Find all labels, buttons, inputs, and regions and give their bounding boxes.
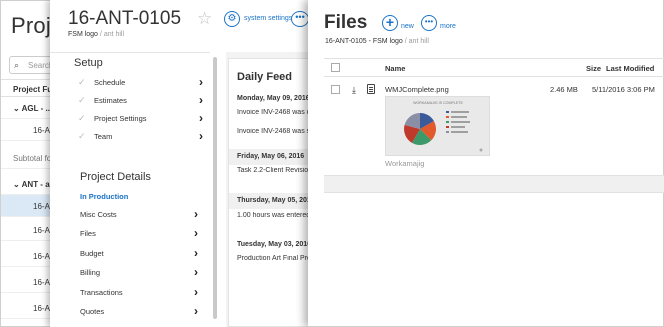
- chevron-right-icon: ›: [199, 75, 203, 89]
- feed-entry[interactable]: 1.00 hours was entered: [237, 212, 309, 219]
- plus-icon[interactable]: +: [382, 15, 398, 31]
- project-number-title: 16-ANT-0105: [68, 8, 182, 29]
- feed-entry[interactable]: Invoice INV-2468 was created: [237, 109, 309, 116]
- check-icon: ✓: [78, 113, 86, 123]
- check-icon: ✓: [78, 131, 86, 141]
- file-row-checkbox[interactable]: [331, 85, 340, 94]
- details-item-misc-costs[interactable]: Misc Costs ›: [80, 207, 198, 223]
- chevron-right-icon: ›: [199, 129, 203, 143]
- setup-heading: Setup: [74, 57, 103, 69]
- chevron-right-icon: ›: [194, 304, 198, 318]
- files-panel: Files + new ••• more 16-ANT-0105 - FSM l…: [308, 0, 664, 327]
- file-size: 2.46 MB: [550, 85, 578, 94]
- document-icon[interactable]: [367, 84, 375, 94]
- search-icon: ⌕: [14, 60, 20, 70]
- file-caption: Workamajig: [385, 159, 425, 168]
- download-icon[interactable]: ⤓: [352, 85, 356, 96]
- check-icon: ✓: [78, 77, 86, 87]
- star-icon[interactable]: ☆: [197, 9, 212, 29]
- project-breadcrumb: FSM logo / ant hill: [68, 31, 125, 38]
- setup-item-project-settings[interactable]: ✓ Project Settings ›: [78, 111, 203, 127]
- chevron-right-icon: ›: [194, 265, 198, 279]
- setup-item-estimates[interactable]: ✓ Estimates ›: [78, 93, 203, 109]
- daily-feed-title: Daily Feed: [237, 71, 293, 83]
- more-icon[interactable]: •••: [421, 15, 437, 31]
- system-settings-link[interactable]: system settings: [244, 15, 292, 22]
- svg-text:WORKAMAJIG IS COMPLETE: WORKAMAJIG IS COMPLETE: [413, 101, 463, 105]
- details-item-quotes[interactable]: Quotes ›: [80, 304, 198, 320]
- project-sidebar: Setup ✓ Schedule › ✓ Estimates › ✓ Proje…: [50, 52, 217, 327]
- feed-day-header: Friday, May 06, 2016: [229, 149, 309, 165]
- breadcrumb-client[interactable]: FSM logo: [68, 31, 98, 38]
- chevron-right-icon: ›: [194, 207, 198, 221]
- breadcrumb-campaign[interactable]: ant hill: [104, 31, 124, 38]
- file-name[interactable]: WMJComplete.png: [385, 85, 449, 94]
- files-title: Files: [324, 12, 368, 33]
- daily-feed-panel: Daily Feed Monday, May 09, 2016 Invoice …: [226, 52, 310, 327]
- more-icon[interactable]: •••: [291, 11, 309, 27]
- details-item-transactions[interactable]: Transactions ›: [80, 285, 198, 301]
- details-item-budget[interactable]: Budget ›: [80, 246, 198, 262]
- file-thumbnail[interactable]: WORKAMAJIG IS COMPLETE: [385, 96, 490, 156]
- chevron-right-icon: ›: [199, 111, 203, 125]
- feed-entry[interactable]: Task 2.2-Client Revisions: [237, 167, 309, 174]
- chevron-right-icon: ›: [194, 246, 198, 260]
- feed-day-header: Monday, May 09, 2016: [237, 95, 309, 102]
- details-item-billing[interactable]: Billing ›: [80, 265, 198, 281]
- files-breadcrumb: 16-ANT-0105 - FSM logo / ant hill: [325, 38, 429, 45]
- files-table-header: Name Size Last Modified: [324, 59, 664, 77]
- check-icon: ✓: [78, 95, 86, 105]
- chevron-down-icon: ⌄: [13, 104, 22, 113]
- daily-feed-card: Daily Feed Monday, May 09, 2016 Invoice …: [228, 58, 310, 327]
- column-last-modified[interactable]: Last Modified: [606, 64, 654, 73]
- thumbnail-image: WORKAMAJIG IS COMPLETE: [386, 97, 489, 155]
- files-table: Name Size Last Modified ⤓ WMJComplete.pn…: [324, 58, 664, 193]
- more-link[interactable]: more: [440, 23, 456, 30]
- gear-icon[interactable]: ⚙: [224, 11, 240, 27]
- files-table-footer: [324, 175, 664, 193]
- chevron-right-icon: ›: [194, 285, 198, 299]
- select-all-checkbox[interactable]: [331, 63, 340, 72]
- feed-day-header: Tuesday, May 03, 2016: [237, 241, 309, 248]
- setup-item-team[interactable]: ✓ Team ›: [78, 129, 203, 145]
- feed-entry[interactable]: Invoice INV-2468 was sent: [237, 128, 309, 135]
- chevron-right-icon: ›: [194, 226, 198, 240]
- feed-entry[interactable]: Production Art Final Proof: [237, 255, 309, 262]
- details-item-files[interactable]: Files ›: [80, 226, 198, 242]
- chevron-down-icon: ⌄: [13, 180, 22, 189]
- column-size[interactable]: Size: [586, 64, 601, 73]
- sidebar-scrollbar[interactable]: [213, 57, 217, 319]
- breadcrumb-project[interactable]: 16-ANT-0105 - FSM logo: [325, 38, 403, 45]
- project-status: In Production: [80, 192, 129, 201]
- file-last-modified: 5/11/2016 3:06 PM: [592, 85, 655, 94]
- breadcrumb-campaign[interactable]: ant hill: [409, 38, 429, 45]
- new-file-link[interactable]: new: [401, 23, 414, 30]
- feed-day-header: Thursday, May 05, 2016: [229, 193, 309, 209]
- project-panel: 16-ANT-0105 ☆ ⚙ system settings ••• FSM …: [50, 0, 310, 327]
- column-name[interactable]: Name: [385, 64, 405, 73]
- chevron-right-icon: ›: [199, 93, 203, 107]
- setup-item-schedule[interactable]: ✓ Schedule ›: [78, 75, 203, 91]
- project-details-heading: Project Details: [80, 171, 151, 183]
